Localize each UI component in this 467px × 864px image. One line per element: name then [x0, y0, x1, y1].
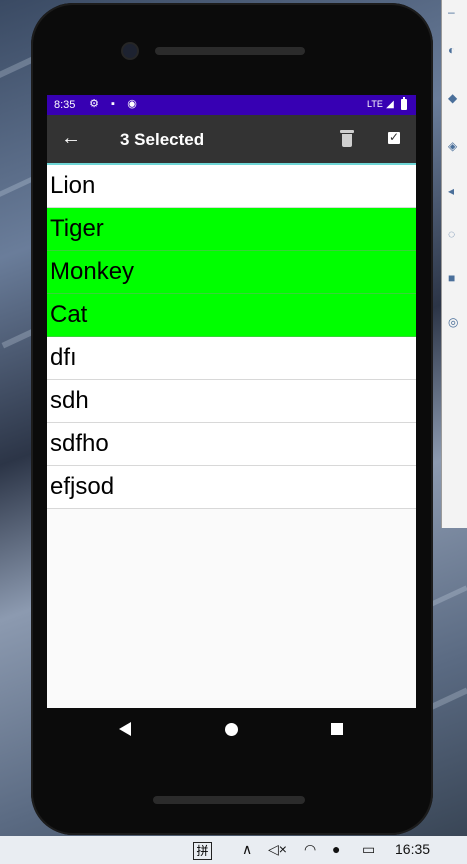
tool-icon[interactable]: ◂	[448, 185, 460, 197]
speaker-grille	[153, 796, 305, 804]
speaker-grille	[155, 47, 305, 55]
volume-muted-icon[interactable]: ◁×	[268, 841, 287, 858]
sd-card-icon: ▪	[111, 98, 115, 110]
front-camera	[123, 44, 137, 58]
tool-icon[interactable]: ◆	[448, 92, 460, 104]
action-mode-toolbar: ← 3 Selected	[47, 115, 416, 165]
list-item[interactable]: Tiger	[47, 208, 416, 251]
windows-taskbar: 拼 ∧ ◁× ◠ ● ▭ 16:35	[0, 836, 467, 864]
battery-icon	[401, 97, 407, 110]
wifi-icon[interactable]: ◠	[304, 841, 316, 858]
minimize-icon[interactable]: –	[448, 6, 460, 18]
list-item[interactable]: sdh	[47, 380, 416, 423]
animal-list: Lion Tiger Monkey Cat dfı sdh sdfho efjs…	[47, 165, 416, 509]
status-time: 8:35	[54, 99, 76, 111]
network-type: LTE	[367, 99, 383, 109]
app-screen: 8:35 ⚙ ▪ ◉ LTE ◢ ← 3 Selected Lion Tiger…	[47, 95, 416, 708]
tool-icon[interactable]: ■	[448, 272, 460, 284]
list-item[interactable]: Cat	[47, 294, 416, 337]
signal-icon: ◢	[386, 99, 394, 110]
back-arrow-icon[interactable]: ←	[61, 126, 81, 150]
chevron-up-icon[interactable]: ∧	[242, 841, 252, 858]
nav-back-icon[interactable]	[119, 722, 131, 736]
qq-icon[interactable]: ●	[332, 841, 340, 857]
selection-count-title: 3 Selected	[120, 130, 205, 149]
taskbar-clock[interactable]: 16:35	[395, 841, 430, 857]
trash-icon[interactable]	[340, 130, 354, 148]
tool-icon[interactable]: ◌	[448, 228, 460, 240]
tool-icon[interactable]: ◐	[448, 44, 460, 56]
list-item[interactable]: Lion	[47, 165, 416, 208]
list-item[interactable]: dfı	[47, 337, 416, 380]
tool-icon[interactable]: ◈	[448, 140, 460, 152]
nav-recents-icon[interactable]	[331, 723, 343, 735]
side-window-panel: – ◐ ◆ ◈ ◂ ◌ ■ ◎	[441, 0, 467, 528]
list-item[interactable]: Monkey	[47, 251, 416, 294]
nav-home-icon[interactable]	[225, 723, 238, 736]
gear-icon: ⚙	[89, 98, 99, 110]
tool-icon[interactable]: ◎	[448, 316, 460, 328]
ime-indicator[interactable]: 拼	[193, 842, 212, 860]
android-nav-bar	[47, 708, 416, 750]
list-item[interactable]: efjsod	[47, 466, 416, 509]
status-bar: 8:35 ⚙ ▪ ◉ LTE ◢	[47, 95, 416, 115]
checkbox-icon[interactable]	[388, 130, 400, 144]
list-item[interactable]: sdfho	[47, 423, 416, 466]
sync-icon: ◉	[127, 98, 137, 110]
battery-tray-icon[interactable]: ▭	[362, 841, 375, 858]
